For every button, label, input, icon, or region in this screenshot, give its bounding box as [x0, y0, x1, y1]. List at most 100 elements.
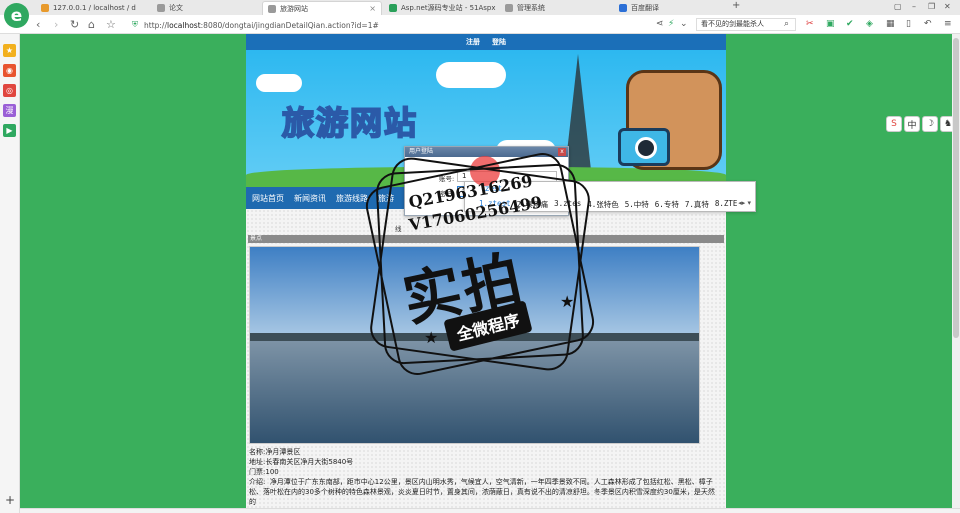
tab-phpmyadmin[interactable]: 127.0.0.1 / localhost / db_dongtai: [36, 1, 136, 15]
tablet-icon[interactable]: ▯: [906, 19, 911, 29]
manga-icon[interactable]: 漫: [3, 104, 16, 117]
tab-baidu-translate[interactable]: 百度翻译: [614, 1, 724, 15]
dialog-close-icon[interactable]: x: [558, 148, 566, 156]
address-toolbar: ‹ › ↻ ⌂ ☆ ⛨ http://localhost:8080/dongta…: [0, 15, 960, 34]
ime-candidate[interactable]: 2.奏疼痛: [517, 199, 549, 210]
login-link[interactable]: 登陆: [492, 37, 506, 47]
nav-travel[interactable]: 旅游: [378, 193, 394, 204]
favorites-star-icon[interactable]: ★: [3, 44, 16, 57]
close-window-icon[interactable]: ✕: [944, 2, 951, 11]
lake-photo: [249, 246, 700, 444]
url-scheme: http://: [144, 20, 167, 30]
address-label: 地址:: [249, 458, 266, 466]
name-value: 净月潭景区: [265, 448, 301, 456]
baidu-translate-favicon-icon: [619, 4, 627, 12]
tab-lunwen[interactable]: 论文: [152, 1, 258, 15]
camera-image: [618, 128, 670, 166]
url-path: :8080/dongtai/jingdianDetailQian.action?…: [200, 20, 379, 30]
banner-title: 旅游网站: [281, 103, 419, 143]
cloud-decoration: [436, 62, 506, 88]
name-label: 名称:: [249, 448, 266, 456]
tickets-value: 100: [265, 468, 279, 476]
ime-candidate[interactable]: 5.中特: [625, 199, 649, 210]
chinese-mode-icon[interactable]: 中: [904, 116, 920, 132]
tab-label: 论文: [169, 4, 183, 12]
skin-icon[interactable]: ▢: [894, 2, 902, 11]
back-icon[interactable]: ‹: [36, 18, 40, 31]
restore-icon[interactable]: ❐: [928, 2, 935, 11]
ime-candidate[interactable]: 3.ztes: [554, 199, 581, 210]
search-input[interactable]: 看不见的剑最能杀人: [696, 18, 796, 31]
chevron-down-icon[interactable]: ⌄: [680, 19, 688, 29]
tickets-label: 门票:: [249, 468, 266, 476]
share-icon[interactable]: ⋖: [656, 19, 664, 29]
intro-value: 净月潭位于广东东南部，距市中心12公里，景区内山明水秀，气候宜人，空气清新，一年…: [249, 478, 715, 506]
game-icon[interactable]: ◈: [866, 19, 873, 29]
cloud-decoration: [256, 74, 302, 92]
float-toolbar: S 中 ☽ ♞: [886, 116, 952, 132]
phpmyadmin-favicon-icon: [41, 4, 49, 12]
apps-grid-icon[interactable]: ▦: [886, 19, 895, 29]
ime-candidate[interactable]: 7.真特: [685, 199, 709, 210]
travel-site: 注册 登陆 旅游网站 网站首页 新闻资讯 旅游线路 旅游 景点 名称:净月潭景区: [246, 34, 726, 508]
password-label: 密码:: [439, 190, 455, 198]
page-favicon-icon: [157, 4, 165, 12]
tab-label: 百度翻译: [631, 4, 659, 12]
undo-icon[interactable]: ↶: [924, 19, 932, 29]
nav-home[interactable]: 网站首页: [252, 193, 284, 204]
intro-label: 介绍:: [249, 478, 266, 486]
tab-close-icon[interactable]: ×: [369, 4, 376, 13]
skin-shirt-icon[interactable]: ♞: [940, 116, 952, 132]
tab-admin-system[interactable]: 管理系统: [500, 1, 608, 15]
scissors-icon[interactable]: ✂: [806, 19, 814, 29]
ime-candidate[interactable]: 4.张特色: [587, 199, 619, 210]
lightning-icon[interactable]: ⚡: [668, 19, 674, 29]
weibo-icon[interactable]: ◉: [3, 64, 16, 77]
moon-icon[interactable]: ☽: [922, 116, 938, 132]
reload-icon[interactable]: ↻: [70, 18, 79, 31]
forward-icon[interactable]: ›: [54, 18, 58, 31]
add-sidebar-button[interactable]: +: [5, 493, 15, 507]
page-favicon-icon: [268, 4, 276, 13]
nav-routes[interactable]: 旅游线路: [336, 193, 368, 204]
tab-51aspx[interactable]: Asp.net源码专业站 - 51Aspx.com: [384, 1, 496, 15]
ime-candidate[interactable]: 6.专特: [655, 199, 679, 210]
shield-icon: ⛨: [132, 20, 138, 29]
translate-icon[interactable]: ▣: [826, 19, 835, 29]
tab-label: 旅游网站: [280, 4, 308, 13]
tab-label: Asp.net源码专业站 - 51Aspx.com: [401, 4, 496, 12]
attraction-info: 名称:净月潭景区 地址:长春南关区净月大街5840号 门票:100 介绍: 净月…: [249, 447, 719, 507]
page-favicon-icon: [505, 4, 513, 12]
address-bar[interactable]: ⛨ http://localhost:8080/dongtai/jingdian…: [132, 18, 692, 32]
sogou-icon[interactable]: S: [886, 116, 902, 132]
target-icon[interactable]: ◎: [3, 84, 16, 97]
nav-news[interactable]: 新闻资讯: [294, 193, 326, 204]
tab-label: 管理系统: [517, 4, 545, 12]
register-link[interactable]: 注册: [466, 37, 480, 47]
scrollbar-thumb[interactable]: [953, 38, 959, 338]
browser-logo-icon[interactable]: e: [4, 3, 29, 28]
51aspx-favicon-icon: [389, 4, 397, 12]
ime-candidate[interactable]: 1.ztest: [479, 199, 511, 210]
section-header: 景点: [248, 235, 724, 243]
home-icon[interactable]: ⌂: [88, 18, 95, 31]
shield-check-icon[interactable]: ✔: [846, 19, 854, 29]
ime-candidate[interactable]: 8.ZTE: [715, 199, 738, 210]
video-icon[interactable]: ▶: [3, 124, 16, 137]
vertical-scrollbar[interactable]: [952, 34, 960, 508]
minimize-icon[interactable]: –: [912, 2, 916, 11]
new-tab-button[interactable]: +: [732, 0, 740, 11]
search-icon[interactable]: ⌕: [784, 19, 789, 29]
tab-travel-site[interactable]: 旅游网站 ×: [262, 1, 382, 15]
ime-page-arrows-icon[interactable]: ◂▸ ▾: [738, 199, 751, 207]
tab-strip: 127.0.0.1 / localhost / db_dongtai 论文 旅游…: [0, 0, 960, 15]
account-label: 账号:: [439, 175, 455, 183]
tab-label: 127.0.0.1 / localhost / db_dongtai: [53, 4, 136, 12]
ime-candidates: 1.ztest 2.奏疼痛 3.ztes 4.张特色 5.中特 6.专特 7.真…: [479, 199, 737, 210]
menu-icon[interactable]: ≡: [944, 19, 952, 29]
browser-sidebar: ★ ◉ ◎ 漫 ▶ +: [0, 34, 20, 513]
line-label: 线: [395, 225, 402, 233]
bookmark-star-icon[interactable]: ☆: [106, 18, 116, 31]
ime-candidate-window: zest 1.ztest 2.奏疼痛 3.ztes 4.张特色 5.中特 6.专…: [464, 181, 756, 212]
dialog-title: 用户登陆: [405, 147, 568, 157]
